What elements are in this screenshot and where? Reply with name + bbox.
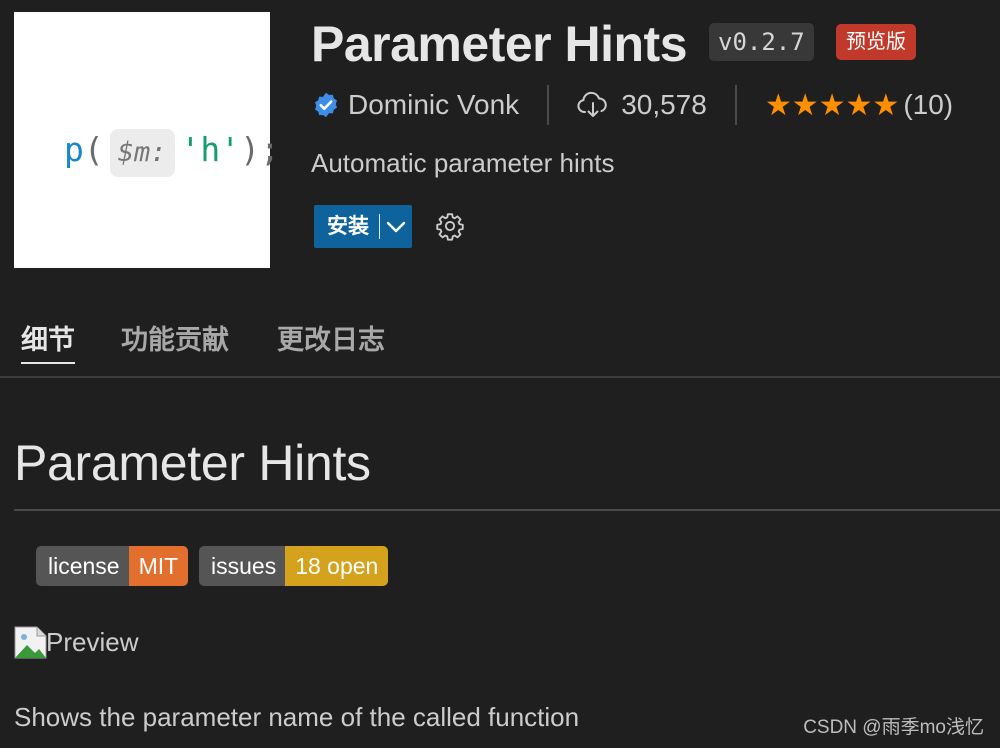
extension-logo: p($m:'h');: [14, 12, 280, 268]
issues-badge[interactable]: issues 18 open: [199, 546, 389, 586]
license-badge-label: license: [36, 546, 129, 586]
install-separator: [379, 214, 380, 239]
logo-code-hint: $m:: [109, 129, 175, 177]
license-badge[interactable]: license MIT: [36, 546, 189, 586]
extension-description: Automatic parameter hints: [311, 148, 615, 178]
meta-divider: [734, 85, 737, 125]
install-button-group: 安装: [314, 205, 412, 248]
install-count: 30,578: [621, 89, 707, 120]
readme-paragraph: Shows the parameter name of the called f…: [14, 702, 580, 732]
readme-title: Parameter Hints: [14, 435, 371, 491]
rating-stars[interactable]: ★★★★★: [765, 88, 899, 123]
tab-details[interactable]: 细节: [21, 320, 75, 364]
issues-badge-value: 18 open: [285, 546, 389, 586]
chevron-down-icon: [386, 221, 406, 232]
preview-image: Preview: [14, 625, 138, 659]
readme-divider: [14, 509, 1000, 511]
issues-badge-label: issues: [199, 546, 286, 586]
tab-changelog[interactable]: 更改日志: [277, 320, 385, 360]
cloud-download-icon: [577, 91, 607, 117]
install-button[interactable]: 安装: [314, 205, 379, 248]
logo-code-sample: p($m:'h');: [64, 126, 280, 177]
publisher-link[interactable]: Dominic Vonk: [348, 89, 519, 121]
logo-code-open-paren: (: [83, 130, 104, 169]
gear-icon[interactable]: [435, 211, 465, 241]
version-badge: v0.2.7: [709, 23, 814, 61]
verified-icon: [315, 92, 337, 118]
tab-feature-contributions[interactable]: 功能贡献: [121, 320, 229, 360]
extension-page: p($m:'h'); Parameter Hints v0.2.7 预览版 Do…: [0, 0, 1000, 748]
logo-code-string: 'h': [180, 130, 241, 169]
install-dropdown-button[interactable]: [380, 205, 412, 248]
meta-divider: [547, 85, 550, 125]
preview-badge: 预览版: [836, 24, 916, 60]
logo-code-fn: p: [64, 130, 84, 169]
extension-meta-row: Dominic Vonk 30,578 ★★★★★ (10): [312, 84, 953, 126]
license-badge-value: MIT: [128, 546, 189, 586]
rating-count[interactable]: (10): [903, 89, 953, 121]
logo-code-close: );: [240, 130, 280, 169]
preview-image-alt: Preview: [46, 627, 139, 657]
image-placeholder-icon: [14, 626, 47, 659]
extension-title: Parameter Hints: [311, 16, 688, 72]
detail-tabs: 细节 功能贡献 更改日志: [0, 320, 1000, 378]
watermark: CSDN @雨季mo浅忆: [803, 717, 984, 738]
